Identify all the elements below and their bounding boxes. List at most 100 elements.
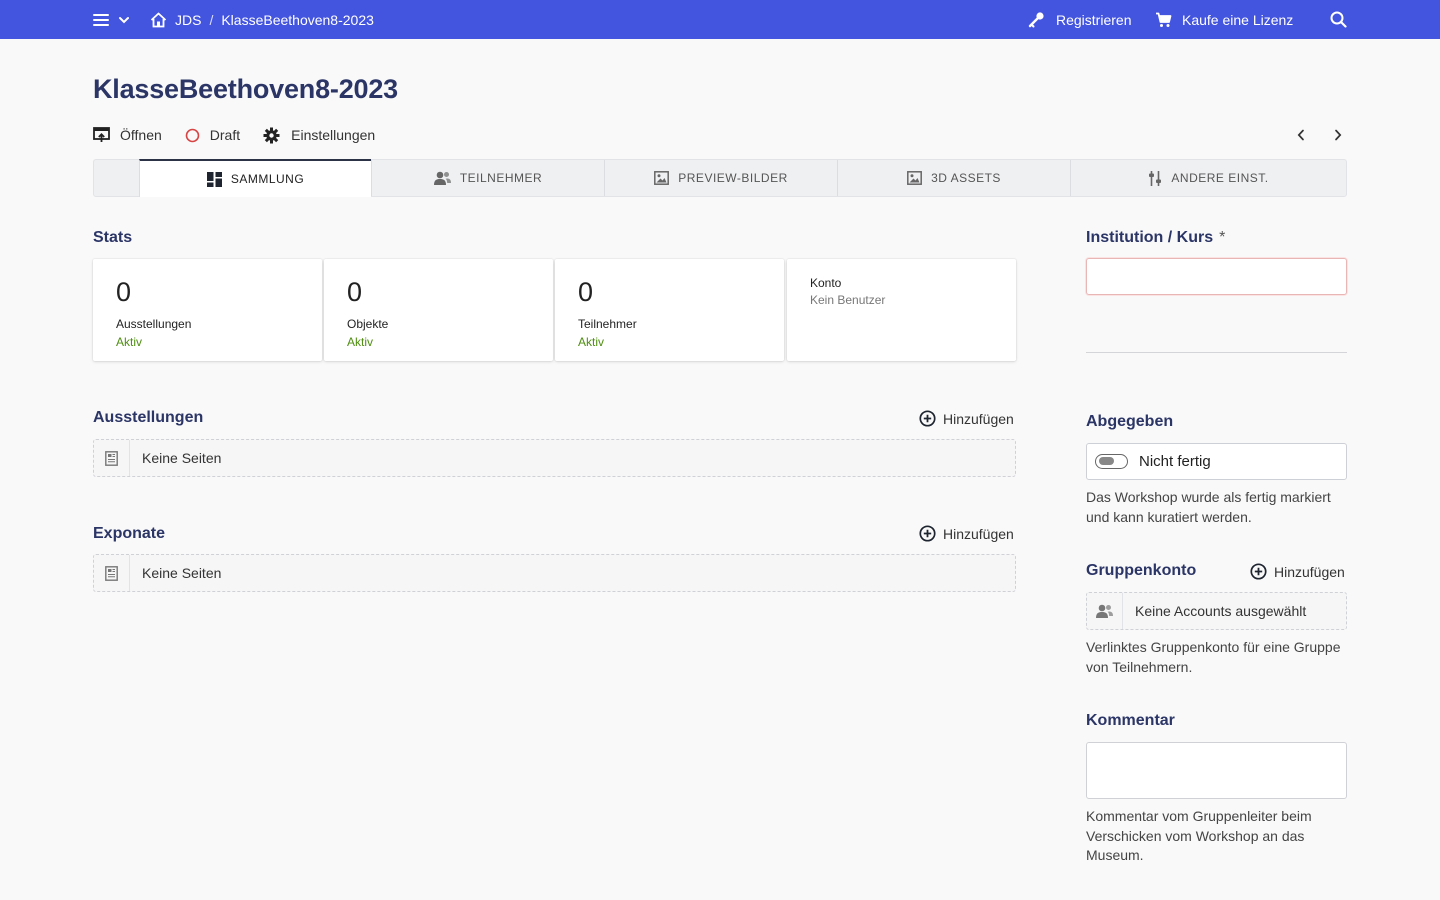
hamburger-icon (93, 13, 109, 27)
exhibitions-heading: Ausstellungen (93, 409, 204, 426)
buy-license-label: Kaufe eine Lizenz (1182, 11, 1294, 28)
tab-label: PREVIEW-BILDER (678, 171, 788, 185)
add-label: Hinzufügen (943, 525, 1014, 542)
institution-input[interactable] (1086, 258, 1347, 295)
stat-status: Aktiv (578, 335, 605, 349)
key-icon (1028, 11, 1045, 28)
toggle-label: Nicht fertig (1139, 453, 1211, 470)
page-icon (94, 555, 130, 591)
group-account-empty-list: Keine Accounts ausgewählt (1086, 592, 1347, 630)
settings-label: Einstellungen (291, 127, 376, 143)
breadcrumb-current[interactable]: KlasseBeethoven8-2023 (221, 12, 374, 28)
home-icon[interactable] (150, 12, 167, 28)
divider (1086, 352, 1347, 353)
add-label: Hinzufügen (1274, 563, 1345, 580)
open-button[interactable]: Öffnen (93, 127, 162, 143)
account-value: Kein Benutzer (810, 293, 886, 307)
page-title: KlasseBeethoven8-2023 (93, 74, 398, 104)
tab-teilnehmer[interactable]: TEILNEHMER (371, 160, 604, 196)
tab-spacer (94, 160, 139, 196)
breadcrumb-separator: / (209, 11, 214, 28)
plus-circle-icon (919, 410, 936, 427)
search-icon (1330, 11, 1347, 28)
chevron-right-icon (1334, 129, 1342, 141)
stat-value: 0 (116, 277, 132, 307)
draft-status[interactable]: Draft (185, 127, 240, 143)
circle-outline-icon (185, 128, 200, 143)
open-label: Öffnen (120, 127, 162, 143)
dashboard-icon (206, 171, 222, 187)
add-exhibit-button[interactable]: Hinzufügen (919, 525, 1014, 542)
draft-label: Draft (209, 127, 241, 143)
institution-label: Institution / Kurs * (1086, 229, 1225, 247)
tab-label: 3D ASSETS (931, 171, 1001, 185)
comment-textarea[interactable] (1086, 742, 1347, 799)
tab-andere-einst[interactable]: ANDERE EINST. (1070, 160, 1346, 196)
chevron-left-icon (1297, 129, 1305, 141)
stat-status: Aktiv (347, 335, 374, 349)
stat-label: Objekte (347, 317, 389, 331)
toggle-switch[interactable] (1095, 454, 1128, 469)
group-account-help-text: Verlinktes Gruppenkonto für eine Gruppe … (1086, 639, 1341, 675)
users-icon (1087, 593, 1123, 629)
top-navigation-bar: JDS / KlasseBeethoven8-2023 Registrieren… (0, 0, 1440, 39)
required-marker: * (1219, 229, 1226, 246)
exhibits-empty-list: Keine Seiten (93, 554, 1016, 592)
breadcrumb-root-link[interactable]: JDS (175, 12, 201, 28)
menu-button[interactable] (93, 0, 129, 39)
page-icon (94, 440, 130, 476)
empty-message: Keine Seiten (142, 450, 222, 466)
tab-label: ANDERE EINST. (1171, 171, 1269, 185)
plus-circle-icon (1250, 563, 1267, 580)
plus-circle-icon (919, 525, 936, 542)
stat-label: Ausstellungen (116, 317, 192, 331)
add-group-account-button[interactable]: Hinzufügen (1250, 563, 1345, 580)
breadcrumb: JDS / KlasseBeethoven8-2023 (150, 0, 374, 39)
gear-icon (263, 127, 280, 144)
chevron-down-icon (119, 16, 129, 24)
stats-heading: Stats (93, 229, 133, 246)
stat-card-konto[interactable]: Konto Kein Benutzer (787, 259, 1016, 361)
add-label: Hinzufügen (943, 410, 1014, 427)
cart-icon (1155, 12, 1172, 28)
search-button[interactable] (1330, 0, 1347, 39)
institution-label-text: Institution / Kurs (1086, 229, 1214, 246)
stat-card-ausstellungen[interactable]: 0 Ausstellungen Aktiv (93, 259, 322, 361)
image-icon (907, 171, 923, 185)
empty-message: Keine Accounts ausgewählt (1135, 603, 1307, 619)
users-icon (433, 171, 451, 186)
stat-card-teilnehmer[interactable]: 0 Teilnehmer Aktiv (555, 259, 784, 361)
page-actions: Öffnen Draft Einstellungen (93, 124, 398, 146)
stat-status: Aktiv (116, 335, 143, 349)
toggle-knob (1099, 457, 1114, 465)
exhibits-heading: Exponate (93, 525, 166, 542)
add-exhibition-button[interactable]: Hinzufügen (919, 410, 1014, 427)
register-link[interactable]: Registrieren (1028, 0, 1131, 39)
next-button[interactable] (1330, 126, 1346, 144)
sliders-icon (1148, 170, 1162, 186)
register-label: Registrieren (1056, 11, 1132, 28)
comment-heading: Kommentar (1086, 712, 1175, 729)
comment-help-text: Kommentar vom Gruppenleiter beim Verschi… (1086, 808, 1312, 863)
submitted-toggle-field[interactable]: Nicht fertig (1086, 443, 1347, 480)
tab-preview-bilder[interactable]: PREVIEW-BILDER (604, 160, 837, 196)
empty-message: Keine Seiten (142, 565, 222, 581)
tab-3d-assets[interactable]: 3D ASSETS (837, 160, 1070, 196)
image-icon (654, 171, 670, 185)
open-window-icon (93, 127, 110, 143)
submitted-help-text: Das Workshop wurde als fertig markiert u… (1086, 489, 1331, 525)
stat-label: Teilnehmer (578, 317, 637, 331)
exhibitions-empty-list: Keine Seiten (93, 439, 1016, 477)
tab-sammlung[interactable]: SAMMLUNG (139, 159, 371, 197)
stat-value: 0 (578, 277, 594, 307)
submitted-heading: Abgegeben (1086, 413, 1174, 430)
buy-license-link[interactable]: Kaufe eine Lizenz (1155, 0, 1293, 39)
previous-button[interactable] (1293, 126, 1309, 144)
settings-button[interactable]: Einstellungen (263, 127, 375, 144)
account-label: Konto (810, 276, 842, 290)
tab-bar: SAMMLUNG TEILNEHMER PREVIEW-BILDER 3D AS… (93, 159, 1347, 197)
tab-label: SAMMLUNG (230, 172, 305, 186)
stat-value: 0 (347, 277, 363, 307)
stat-card-objekte[interactable]: 0 Objekte Aktiv (324, 259, 553, 361)
tab-label: TEILNEHMER (459, 171, 543, 185)
